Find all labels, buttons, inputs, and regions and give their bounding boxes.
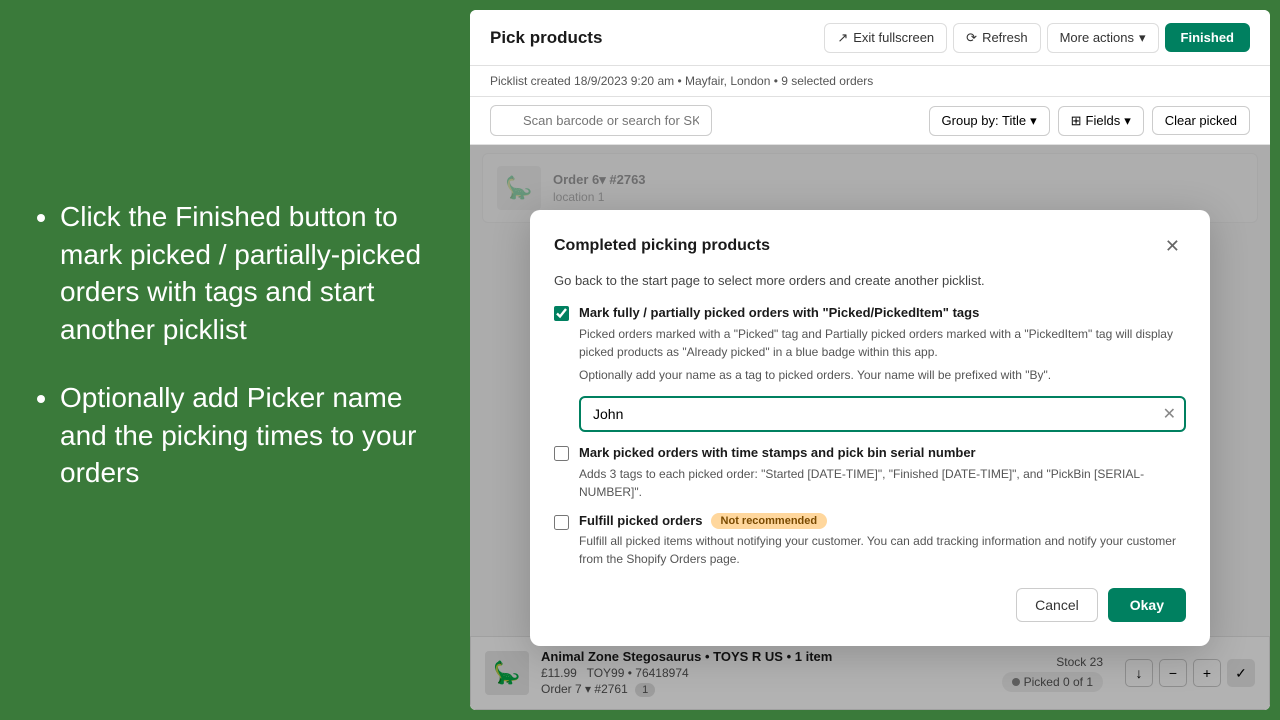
bullet-1: Click the Finished button to mark picked…: [60, 198, 430, 349]
group-by-button[interactable]: Group by: Title ▾: [929, 106, 1050, 136]
search-wrap: 🔍: [490, 105, 921, 136]
exit-fullscreen-icon: ↗: [837, 30, 848, 46]
clear-picked-button[interactable]: Clear picked: [1152, 106, 1250, 135]
fields-icon: ⊞: [1071, 113, 1082, 129]
chevron-down-icon: ▾: [1124, 113, 1131, 129]
fulfill-sublabel: Fulfill all picked items without notifyi…: [579, 532, 1186, 568]
app-panel: Pick products ↗ Exit fullscreen ⟳ Refres…: [470, 10, 1270, 710]
fulfill-checkbox[interactable]: [554, 515, 569, 530]
modal-overlay: Completed picking products ✕ Go back to …: [470, 145, 1270, 710]
content-area: 🦕 Order 6▾ #2763 location 1 Completed pi…: [470, 145, 1270, 710]
mark-picked-sublabel2: Optionally add your name as a tag to pic…: [579, 366, 1186, 384]
modal-header: Completed picking products ✕: [554, 234, 1186, 259]
timestamps-checkbox[interactable]: [554, 446, 569, 461]
okay-button[interactable]: Okay: [1108, 588, 1186, 622]
timestamps-label[interactable]: Mark picked orders with time stamps and …: [579, 445, 976, 460]
fields-button[interactable]: ⊞ Fields ▾: [1058, 106, 1144, 136]
modal-desc: Go back to the start page to select more…: [554, 273, 1186, 288]
checkbox-row-2: Mark picked orders with time stamps and …: [554, 444, 1186, 501]
app-header: Pick products ↗ Exit fullscreen ⟳ Refres…: [470, 10, 1270, 66]
checkbox-row-1: Mark fully / partially picked orders wit…: [554, 304, 1186, 384]
timestamps-sublabel: Adds 3 tags to each picked order: "Start…: [579, 465, 1186, 501]
clear-name-button[interactable]: ✕: [1163, 404, 1176, 424]
modal-title: Completed picking products: [554, 237, 770, 255]
modal-footer: Cancel Okay: [554, 588, 1186, 622]
toolbar: 🔍 Group by: Title ▾ ⊞ Fields ▾ Clear pic…: [470, 97, 1270, 145]
sub-header: Picklist created 18/9/2023 9:20 am • May…: [470, 66, 1270, 97]
exit-fullscreen-button[interactable]: ↗ Exit fullscreen: [824, 23, 947, 53]
completed-picking-modal: Completed picking products ✕ Go back to …: [530, 210, 1210, 646]
mark-picked-checkbox[interactable]: [554, 306, 569, 321]
more-actions-button[interactable]: More actions ▾: [1047, 23, 1159, 53]
name-input-wrap: ✕: [579, 396, 1186, 432]
left-panel: Click the Finished button to mark picked…: [0, 0, 470, 720]
header-actions: ↗ Exit fullscreen ⟳ Refresh More actions…: [824, 23, 1250, 53]
mark-picked-sublabel: Picked orders marked with a "Picked" tag…: [579, 325, 1186, 361]
search-input[interactable]: [490, 105, 712, 136]
refresh-button[interactable]: ⟳ Refresh: [953, 23, 1040, 53]
chevron-down-icon: ▾: [1030, 113, 1037, 129]
modal-close-button[interactable]: ✕: [1159, 234, 1186, 259]
app-title: Pick products: [490, 28, 602, 48]
fulfill-label[interactable]: Fulfill picked orders: [579, 513, 703, 528]
refresh-icon: ⟳: [966, 30, 977, 46]
picker-name-input[interactable]: [579, 396, 1186, 432]
cancel-button[interactable]: Cancel: [1016, 588, 1098, 622]
mark-picked-label[interactable]: Mark fully / partially picked orders wit…: [579, 305, 979, 320]
bullet-2: Optionally add Picker name and the picki…: [60, 379, 430, 492]
chevron-down-icon: ▾: [1139, 30, 1146, 46]
finished-button[interactable]: Finished: [1165, 23, 1250, 52]
not-recommended-badge: Not recommended: [711, 513, 828, 529]
checkbox-row-3: Fulfill picked orders Not recommended Fu…: [554, 513, 1186, 568]
